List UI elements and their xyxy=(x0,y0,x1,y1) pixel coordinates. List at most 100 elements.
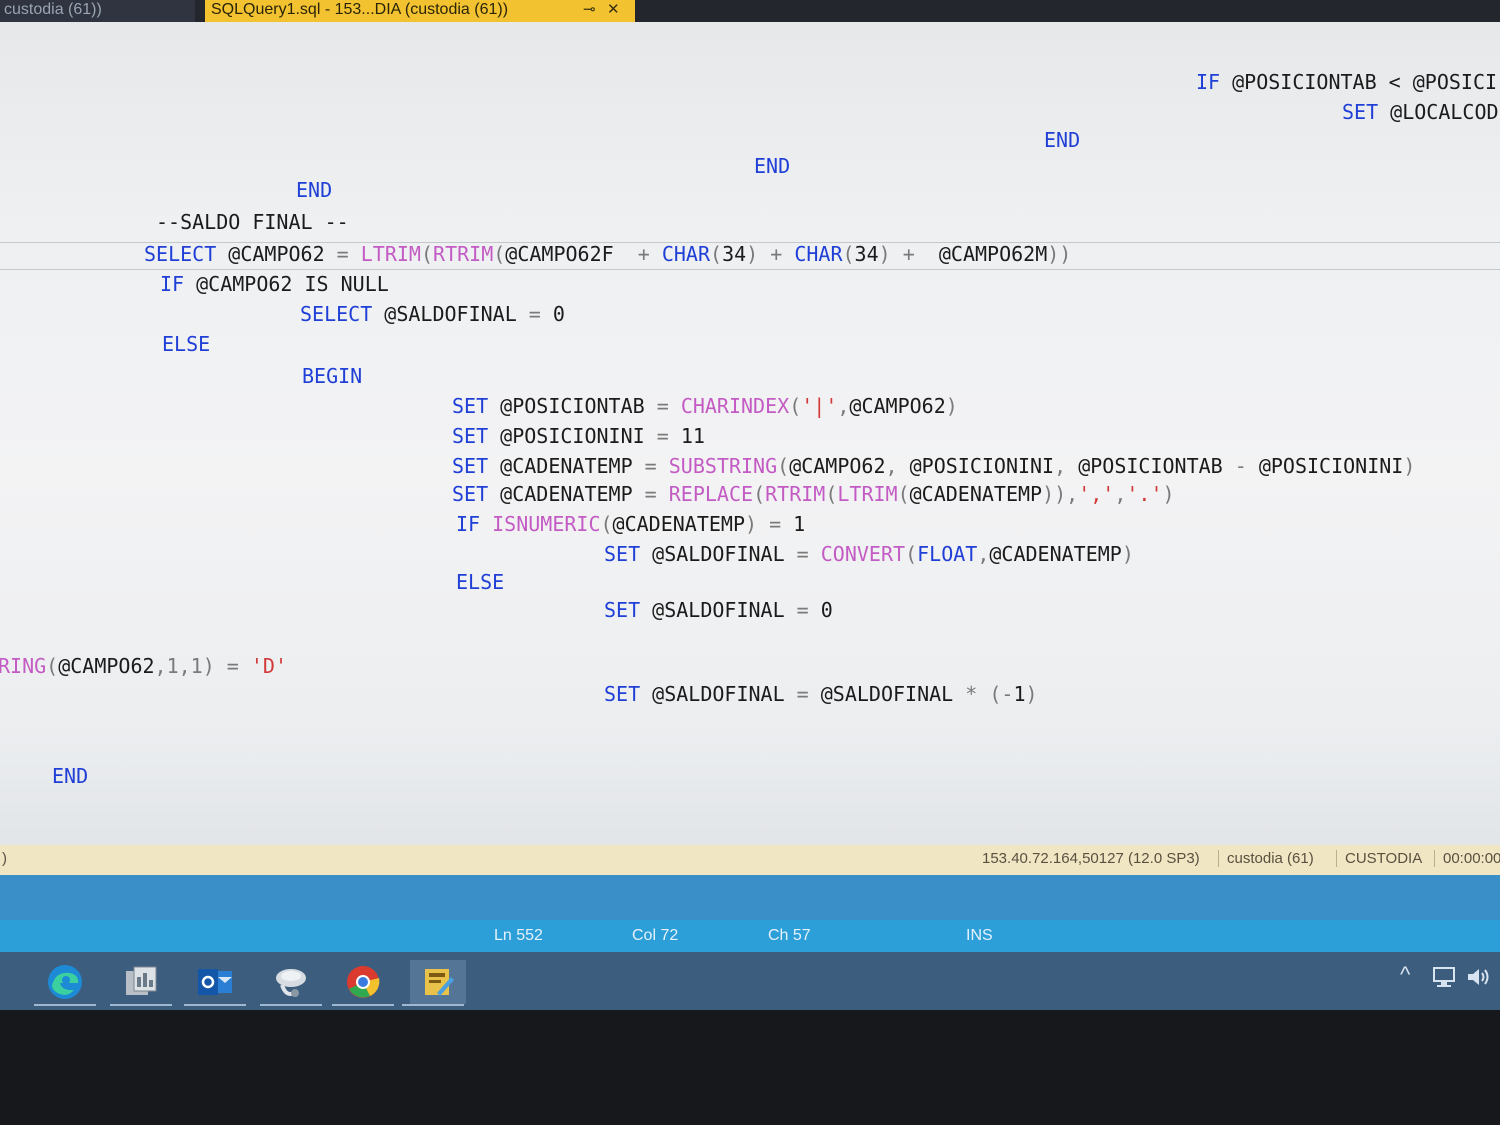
code-token: ELSE xyxy=(456,570,505,594)
code-token: = xyxy=(528,302,553,326)
code-token: @CADENATEMP xyxy=(989,542,1122,566)
query-elapsed-time: 00:00:00 xyxy=(1434,850,1500,867)
chevron-up-icon[interactable]: ^ xyxy=(1400,962,1410,988)
pin-icon[interactable]: ⊸ xyxy=(583,0,596,20)
code-token: @CAMPO62M xyxy=(938,242,1048,266)
code-token: + xyxy=(637,242,662,266)
close-icon[interactable]: ✕ xyxy=(607,0,620,20)
code-line[interactable]: SELECT @SALDOFINAL = 0 xyxy=(300,302,565,326)
code-line[interactable]: IF ISNUMERIC(@CADENATEMP) = 1 xyxy=(456,512,805,536)
outlook-icon[interactable] xyxy=(184,960,246,1006)
code-line[interactable]: SET @CADENATEMP = REPLACE(RTRIM(LTRIM(@C… xyxy=(452,482,1175,506)
code-token: * (- xyxy=(965,682,1014,706)
code-token: )), xyxy=(1042,482,1079,506)
ssms-icon[interactable] xyxy=(110,960,172,1006)
code-token: 1 xyxy=(1013,682,1026,706)
code-token: LTRIM xyxy=(360,242,421,266)
code-token: @CAMPO62F xyxy=(505,242,638,266)
code-line[interactable]: SET @LOCALCOD xyxy=(1342,100,1499,124)
app-running-indicator xyxy=(260,1004,322,1006)
code-token: '|' xyxy=(801,394,838,418)
code-token: ( xyxy=(710,242,723,266)
code-token: @SALDOFINAL xyxy=(384,302,529,326)
code-token: SET xyxy=(604,682,653,706)
code-token: @LOCALCOD xyxy=(1390,100,1499,124)
code-token: ( xyxy=(789,394,802,418)
code-token: , xyxy=(1114,482,1127,506)
code-token: @POSICIONINI xyxy=(500,424,657,448)
code-token: REPLACE xyxy=(668,482,754,506)
monitor-bezel xyxy=(0,1010,1500,1125)
code-line[interactable]: --SALDO FINAL -- xyxy=(156,210,349,234)
edge-icon[interactable] xyxy=(34,960,96,1006)
code-line[interactable]: IF @POSICIONTAB < @POSICI xyxy=(1196,70,1497,94)
code-token: SET xyxy=(452,424,501,448)
remote-desktop-icon[interactable] xyxy=(260,960,322,1006)
sql-query-icon[interactable] xyxy=(402,960,466,1006)
code-token: 34 xyxy=(722,242,747,266)
code-line[interactable]: IF @CAMPO62 IS NULL xyxy=(160,272,389,296)
code-line[interactable]: END xyxy=(52,764,88,788)
code-token: 34 xyxy=(854,242,879,266)
code-token: END xyxy=(1044,128,1081,152)
code-token: '.' xyxy=(1126,482,1163,506)
code-token: ISNUMERIC xyxy=(492,512,601,536)
code-token: @CAMPO62 IS NULL xyxy=(196,272,389,296)
code-token: , xyxy=(885,454,910,478)
code-line[interactable]: SELECT @CAMPO62 = LTRIM(RTRIM(@CAMPO62F … xyxy=(144,242,1071,266)
code-token: @CADENATEMP xyxy=(500,482,645,506)
code-token: SELECT xyxy=(300,302,385,326)
code-token: SET xyxy=(452,482,501,506)
code-line[interactable]: SET @CADENATEMP = SUBSTRING(@CAMPO62, @P… xyxy=(452,454,1415,478)
code-line[interactable]: SET @POSICIONINI = 11 xyxy=(452,424,705,448)
code-token: ) xyxy=(1162,482,1175,506)
code-line[interactable]: END xyxy=(1044,128,1080,152)
tab-custodia[interactable]: custodia (61)) xyxy=(0,0,195,22)
code-token: ) xyxy=(1403,454,1416,478)
code-token: FLOAT xyxy=(917,542,978,566)
code-line[interactable]: RING(@CAMPO62,1,1) = 'D' xyxy=(0,654,287,678)
code-token: ( xyxy=(842,242,855,266)
code-token: SELECT xyxy=(144,242,229,266)
code-token: ',' xyxy=(1078,482,1115,506)
code-token: = xyxy=(336,242,361,266)
code-token: ) + xyxy=(878,242,939,266)
code-token: ) + xyxy=(746,242,795,266)
code-line[interactable]: END xyxy=(754,154,790,178)
status-bar: Ln 552 Col 72 Ch 57 INS xyxy=(0,920,1500,952)
app-running-indicator xyxy=(34,1004,96,1006)
code-token: ( xyxy=(420,242,434,266)
code-line[interactable]: SET @POSICIONTAB = CHARINDEX('|',@CAMPO6… xyxy=(452,394,958,418)
app-running-indicator xyxy=(184,1004,246,1006)
code-token: ( xyxy=(600,512,613,536)
code-editor[interactable]: IF @POSICIONTAB < @POSICI SET @LOCALCOD EN… xyxy=(0,22,1500,845)
code-token: END xyxy=(754,154,791,178)
code-line[interactable]: END xyxy=(296,178,332,202)
tab-sqlquery1[interactable]: SQLQuery1.sql - 153...DIA (custodia (61)… xyxy=(205,0,635,22)
code-line[interactable]: ELSE xyxy=(456,570,504,594)
code-token: 0 xyxy=(820,598,833,622)
network-icon[interactable] xyxy=(1432,966,1458,994)
code-token: @POSICIONINI xyxy=(909,454,1055,478)
status-insert-mode: INS xyxy=(966,927,993,944)
server-info: 153.40.72.164,50127 (12.0 SP3) xyxy=(982,850,1200,867)
code-token: ELSE xyxy=(162,332,211,356)
code-token: = xyxy=(796,598,821,622)
code-line[interactable]: BEGIN xyxy=(302,364,362,388)
code-line[interactable]: SET @SALDOFINAL = @SALDOFINAL * (-1) xyxy=(604,682,1038,706)
code-token: @POSICIONTAB < @POSICI xyxy=(1232,70,1498,94)
code-token: @CADENATEMP xyxy=(909,482,1043,506)
code-line[interactable]: SET @SALDOFINAL = CONVERT(FLOAT,@CADENAT… xyxy=(604,542,1134,566)
code-line[interactable]: SET @SALDOFINAL = 0 xyxy=(604,598,833,622)
code-line[interactable]: ELSE xyxy=(162,332,210,356)
code-token: @SALDOFINAL xyxy=(652,598,797,622)
code-token: BEGIN xyxy=(302,364,363,388)
code-token: @POSICIONTAB xyxy=(1078,454,1235,478)
volume-icon[interactable] xyxy=(1466,966,1492,994)
document-tab-strip: custodia (61)) SQLQuery1.sql - 153...DIA… xyxy=(0,0,1500,22)
login-info: custodia (61) xyxy=(1218,850,1314,867)
code-token: IF xyxy=(160,272,197,296)
chrome-icon[interactable] xyxy=(332,960,394,1006)
status-line: Ln 552 xyxy=(494,927,543,944)
code-token: CONVERT xyxy=(820,542,906,566)
